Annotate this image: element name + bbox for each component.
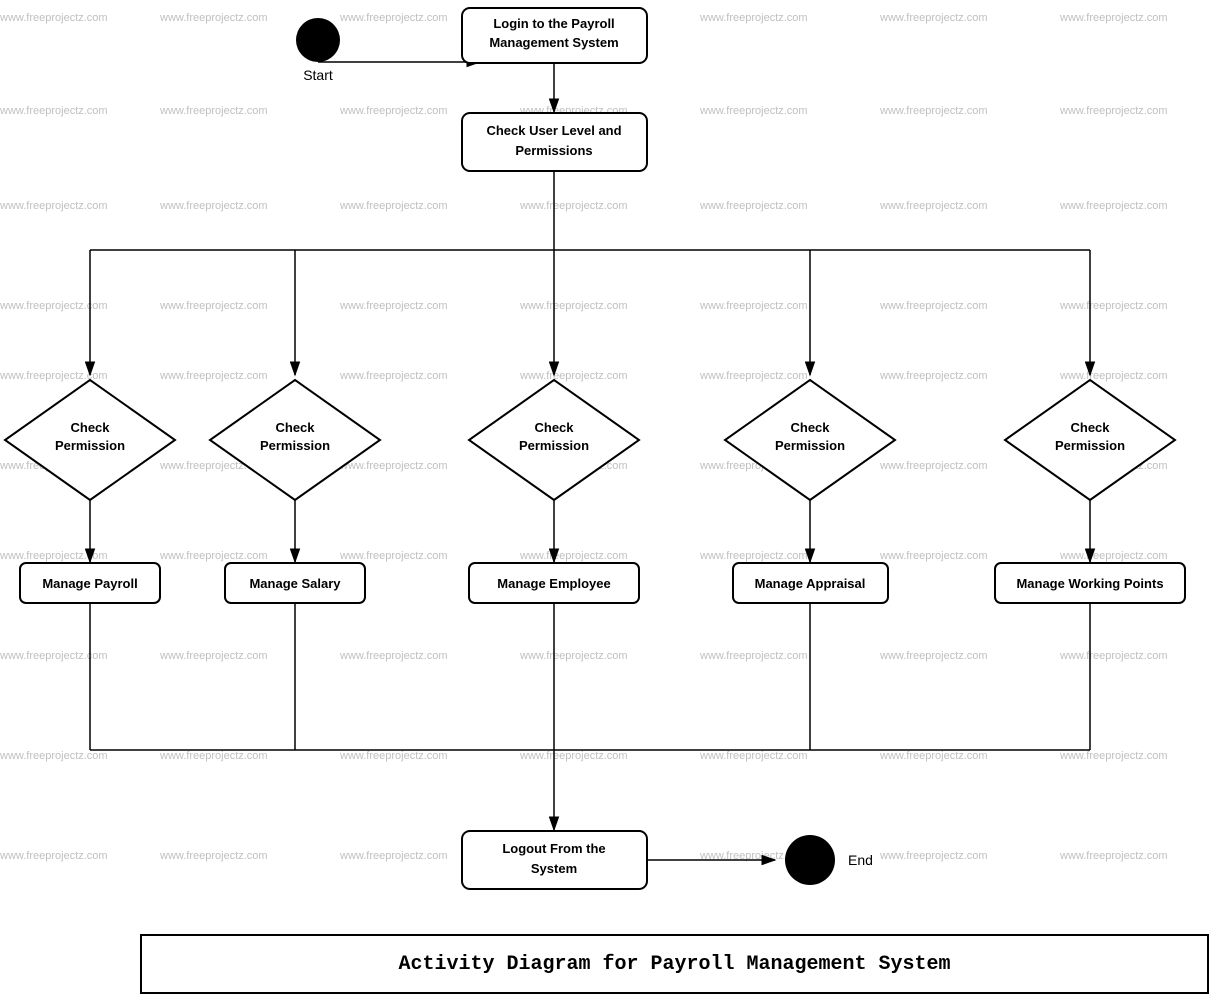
logout-text-2: System <box>531 861 577 876</box>
logout-text-1: Logout From the <box>502 841 605 856</box>
end-node <box>785 835 835 885</box>
manage-appraisal-text: Manage Appraisal <box>755 576 866 591</box>
title-text: Activity Diagram for Payroll Management … <box>398 953 950 976</box>
diamond-2-text-1: Check <box>275 420 315 435</box>
start-label: Start <box>303 67 333 83</box>
manage-payroll-text: Manage Payroll <box>42 576 137 591</box>
diamond-4-text-1: Check <box>790 420 830 435</box>
diamond-2-text-2: Permission <box>260 438 330 453</box>
check-user-box <box>462 113 647 171</box>
diamond-1-text-2: Permission <box>55 438 125 453</box>
diamond-1-text-1: Check <box>70 420 110 435</box>
end-label: End <box>848 852 873 868</box>
check-user-text-1: Check User Level and <box>486 123 621 138</box>
manage-salary-text: Manage Salary <box>249 576 341 591</box>
diagram-svg: Start Login to the Payroll Management Sy… <box>0 0 1209 994</box>
logout-box <box>462 831 647 889</box>
diagram-title: Activity Diagram for Payroll Management … <box>140 934 1209 994</box>
manage-working-text: Manage Working Points <box>1016 576 1163 591</box>
login-text-1: Login to the Payroll <box>493 16 614 31</box>
diamond-4-text-2: Permission <box>775 438 845 453</box>
check-user-text-2: Permissions <box>515 143 592 158</box>
diamond-3-text-2: Permission <box>519 438 589 453</box>
diamond-5-text-2: Permission <box>1055 438 1125 453</box>
diamond-5-text-1: Check <box>1070 420 1110 435</box>
start-node <box>296 18 340 62</box>
login-text-2: Management System <box>489 35 618 50</box>
manage-employee-text: Manage Employee <box>497 576 610 591</box>
diamond-3-text-1: Check <box>534 420 574 435</box>
diagram-container: www.freeprojectz.com www.freeprojectz.co… <box>0 0 1209 994</box>
